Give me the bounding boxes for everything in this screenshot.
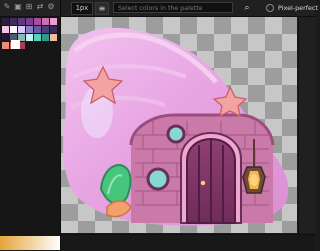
palette-swatch[interactable] xyxy=(2,18,9,25)
palette-swatch[interactable] xyxy=(10,18,17,25)
settings-icon[interactable]: ⚙ xyxy=(47,3,55,11)
search-icon[interactable]: ⌕ xyxy=(241,2,253,14)
palette-toolbar: ✎ ▣ ⊞ ⇄ ⚙ xyxy=(0,0,60,17)
top-toolbar: 1px ≡ Select colors in the palette ⌕ Pix… xyxy=(61,0,318,17)
palette-swatch[interactable] xyxy=(2,34,9,41)
wall-window-small xyxy=(166,124,186,144)
palette-swatch[interactable] xyxy=(42,34,49,41)
wall-window-round xyxy=(146,167,170,191)
selected-color-indicator xyxy=(11,40,20,49)
door-knob xyxy=(200,180,206,186)
left-panel: ✎ ▣ ⊞ ⇄ ⚙ xyxy=(0,0,61,250)
palette-swatch[interactable] xyxy=(34,26,41,33)
palette-swatch[interactable] xyxy=(50,26,57,33)
color-ramp xyxy=(0,236,60,250)
palette-swatch[interactable] xyxy=(34,34,41,41)
zoom-field[interactable]: 1px xyxy=(71,2,93,15)
palette-swatch[interactable] xyxy=(42,18,49,25)
palette-swatch[interactable] xyxy=(34,18,41,25)
palette-swatch[interactable] xyxy=(42,26,49,33)
palette-swatch[interactable] xyxy=(10,26,17,33)
palette-grid[interactable] xyxy=(0,18,60,60)
palette-swatch[interactable] xyxy=(18,18,25,25)
palette-swatch[interactable] xyxy=(2,26,9,33)
right-scrollbar[interactable] xyxy=(298,17,316,233)
artwork-svg xyxy=(63,27,289,226)
menu-button[interactable]: ≡ xyxy=(95,2,109,15)
pixel-perfect-label: Pixel-perfect xyxy=(278,4,318,12)
palette-swatch[interactable] xyxy=(50,18,57,25)
pencil-icon[interactable]: ✎ xyxy=(3,3,11,11)
duplicate-icon[interactable]: ▣ xyxy=(14,3,22,11)
palette-swatch[interactable] xyxy=(26,26,33,33)
palette-swatch[interactable] xyxy=(10,34,17,41)
lantern-flame xyxy=(250,174,258,186)
palette-swatch[interactable] xyxy=(26,34,33,41)
palette-swatch[interactable] xyxy=(2,42,9,49)
palette-swatch[interactable] xyxy=(18,42,25,49)
pixel-perfect-toggle[interactable] xyxy=(266,4,274,12)
palette-search-input[interactable]: Select colors in the palette xyxy=(113,2,233,13)
swap-icon[interactable]: ⇄ xyxy=(36,3,44,11)
palette-swatch[interactable] xyxy=(18,26,25,33)
palette-swatch[interactable] xyxy=(50,34,57,41)
grid-icon[interactable]: ⊞ xyxy=(25,3,33,11)
editor-canvas[interactable] xyxy=(61,17,297,233)
palette-swatch[interactable] xyxy=(26,18,33,25)
palette-swatch[interactable] xyxy=(18,34,25,41)
bottom-bar xyxy=(61,234,315,251)
